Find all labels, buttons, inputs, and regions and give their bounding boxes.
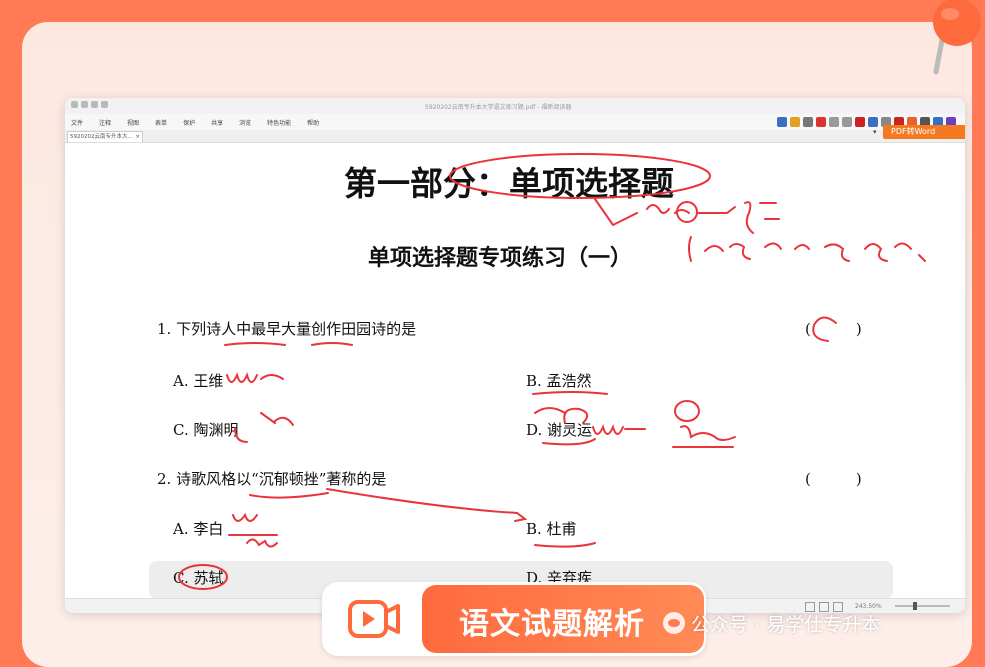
banner-button[interactable]: 语文试题解析 xyxy=(422,585,704,653)
ink-note-sub xyxy=(688,236,926,262)
question-2-answer-paren: ( ) xyxy=(805,470,862,488)
menu-item-comment[interactable]: 注释 xyxy=(99,118,111,127)
save-icon[interactable] xyxy=(71,101,78,108)
menu-item-view[interactable]: 视图 xyxy=(127,118,139,127)
watermark-text: 公众号 · 易学仕专升本 xyxy=(691,613,881,636)
question-2-option-c: C. 苏轼 xyxy=(173,569,224,587)
pdf-to-word-button[interactable]: ▾ PDF转Word xyxy=(873,125,965,139)
highlight-icon[interactable] xyxy=(816,117,826,127)
hand-tool-icon[interactable] xyxy=(803,117,813,127)
ink-note-tao xyxy=(234,412,294,443)
wechat-watermark: 公众号 · 易学仕专升本 xyxy=(663,608,880,638)
open-icon[interactable] xyxy=(777,117,787,127)
ink-underline-q1 xyxy=(224,342,353,346)
chevron-down-icon[interactable]: ▾ xyxy=(873,125,877,139)
ink-note-libai xyxy=(228,512,278,536)
question-2-option-b: B. 杜甫 xyxy=(526,520,577,538)
question-1-option-c: C. 陶渊明 xyxy=(173,421,239,439)
folder-icon[interactable] xyxy=(790,117,800,127)
section-title: 单项选择题专项练习（一） xyxy=(368,246,633,271)
ink-underline-dufu xyxy=(534,542,596,548)
menu-item-form[interactable]: 表单 xyxy=(155,118,167,127)
pdf-reader-window: 5920202云南专升本大学语文练习题.pdf - 福昕阅读器 文件 注释 视图… xyxy=(65,98,965,613)
title-bar: 5920202云南专升本大学语文练习题.pdf - 福昕阅读器 xyxy=(65,98,965,115)
question-1-option-d: D. 谢灵运 xyxy=(526,421,593,439)
print-icon[interactable] xyxy=(101,101,108,108)
undo-icon[interactable] xyxy=(81,101,88,108)
ink-note-sushi xyxy=(246,538,278,548)
ink-underline-q2 xyxy=(249,488,518,514)
video-play-icon xyxy=(348,600,400,638)
ink-note-wangwei xyxy=(226,372,284,383)
tab-bar: 5920202云南专升本大... × xyxy=(65,130,965,143)
zoom-icon[interactable] xyxy=(842,117,852,127)
ink-underline-b xyxy=(532,391,608,395)
document-tab[interactable]: 5920202云南专升本大... × xyxy=(67,131,143,142)
page-title: 第一部分：单项选择题 xyxy=(344,164,674,203)
ink-note-tianyuan xyxy=(672,425,736,448)
menu-item-share[interactable]: 共享 xyxy=(211,118,223,127)
question-1-stem: 1. 下列诗人中最早大量创作田园诗的是 xyxy=(157,320,417,338)
wechat-icon xyxy=(663,612,685,634)
select-icon[interactable] xyxy=(829,117,839,127)
ink-note-top xyxy=(646,201,780,234)
close-icon[interactable]: × xyxy=(135,132,140,142)
menu-item-features[interactable]: 特色功能 xyxy=(267,118,291,127)
menu-item-file[interactable]: 文件 xyxy=(71,118,83,127)
ink-arrow-b xyxy=(514,512,528,522)
document-page: 第一部分：单项选择题 单项选择题专项练习（一） 1. 下列诗人中最早大量创作田园… xyxy=(65,143,965,599)
menu-bar: 文件 注释 视图 表单 保护 共享 浏览 特色功能 帮助 xyxy=(65,114,965,130)
question-2-option-a: A. 李白 xyxy=(173,520,224,538)
ink-circle-char xyxy=(676,201,698,223)
zoom-slider-handle[interactable] xyxy=(913,602,917,610)
bookmark-icon[interactable] xyxy=(855,117,865,127)
question-1-option-b: B. 孟浩然 xyxy=(526,372,592,390)
document-tab-label: 5920202云南专升本大... xyxy=(70,134,133,140)
question-1-option-a: A. 王维 xyxy=(173,372,224,390)
pdf-to-word-label: PDF转Word xyxy=(891,127,936,136)
zoom-slider[interactable] xyxy=(895,602,950,610)
menu-item-protect[interactable]: 保护 xyxy=(183,118,195,127)
question-2-stem: 2. 诗歌风格以“沉郁顿挫”著称的是 xyxy=(157,470,387,488)
redo-icon[interactable] xyxy=(91,101,98,108)
ink-note-shanshui xyxy=(592,424,646,435)
question-1-answer-paren: ( ) xyxy=(805,320,862,338)
video-banner[interactable]: 语文试题解析 xyxy=(322,582,706,656)
quick-access-toolbar xyxy=(71,101,108,108)
window-title: 5920202云南专升本大学语文练习题.pdf - 福昕阅读器 xyxy=(425,104,572,111)
menu-item-help[interactable]: 帮助 xyxy=(307,118,319,127)
pushpin-icon xyxy=(933,0,981,75)
ink-circle-small xyxy=(674,400,700,422)
banner-label: 语文试题解析 xyxy=(459,607,645,642)
menu-item-browse[interactable]: 浏览 xyxy=(239,118,251,127)
